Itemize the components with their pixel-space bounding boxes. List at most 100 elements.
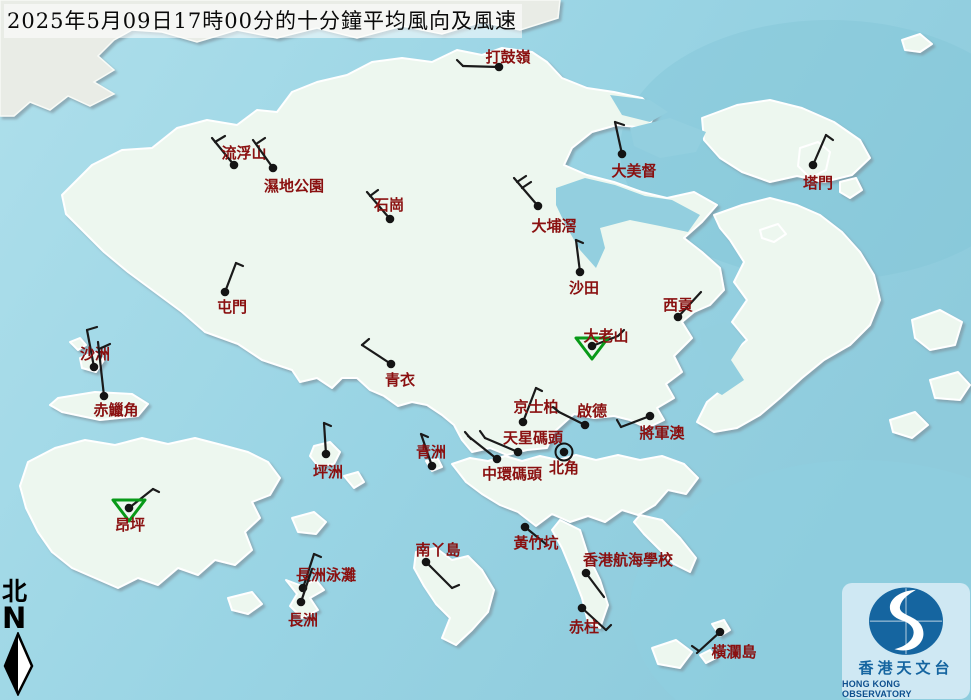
station-north-point: 北角 [549,444,579,478]
station-dot [578,604,587,613]
station-dot [493,455,502,464]
station-label: 濕地公園 [264,177,324,195]
station-dot [521,523,530,532]
stations-layer: 打鼓嶺流浮山濕地公園石崗大埔滘 大美督塔門屯門 沙田西貢大老山沙洲赤鱲角 青衣青洲 京士… [0,0,971,700]
wind-barb-tick [87,327,97,330]
wind-barb-staff [586,573,604,597]
wind-barb-tick [617,420,621,427]
station-label: 屯門 [217,298,247,316]
station-label: 將軍澳 [639,424,685,442]
station-dot [322,450,331,459]
station-dot [269,164,278,173]
wind-barb-tick [314,554,321,557]
wind-barb-tick [215,136,225,142]
station-ngong-ping: 昂坪 [113,489,159,534]
station-label: 大美督 [611,162,656,180]
station-dot [387,360,396,369]
wind-barb-tick [522,182,531,188]
station-waglan-island: 橫瀾島 [692,628,757,661]
station-label: 啟德 [577,402,607,420]
station-label: 北角 [549,459,579,477]
station-tsing-yi: 青衣 [362,339,415,389]
hko-logo-name-zh: 香港天文台 [858,657,953,678]
wind-barb-tick [606,625,611,630]
station-label: 打鼓嶺 [485,48,530,66]
station-dot [581,421,590,430]
station-label: 坪洲 [313,463,343,481]
map-title: 2025年5月09日17時00分的十分鐘平均風向及風速 [4,4,522,38]
station-tai-mei-tuk: 大美督 [611,122,656,180]
station-label: 長洲 [288,611,318,629]
station-green-island: 青洲 [416,434,446,470]
wind-barb-tick [517,176,526,182]
station-dot [576,268,585,277]
wind-map: 打鼓嶺流浮山濕地公園石崗大埔滘 大美督塔門屯門 沙田西貢大老山沙洲赤鱲角 青衣青洲 京士… [0,0,971,700]
station-kai-tak: 啟德 [553,402,607,429]
station-label: 青洲 [416,443,446,461]
station-dot [428,462,437,471]
station-label: 沙洲 [80,345,110,363]
station-label: 橫瀾島 [711,643,756,661]
wind-barb-staff [813,135,826,165]
station-kings-park: 京士柏 [513,388,558,426]
station-ta-kwu-ling: 打鼓嶺 [457,48,531,71]
station-dot [100,392,109,401]
station-dot [297,598,306,607]
station-label: 石崗 [373,196,404,214]
station-stanley: 赤柱 [569,604,611,636]
station-tseung-kwan-o: 將軍澳 [617,412,685,442]
station-label: 天星碼頭 [503,429,564,447]
wind-barb-tick [826,135,833,140]
station-dot [90,363,99,372]
hko-logo-icon [858,585,954,659]
station-wong-chuk-hang: 黃竹坑 [513,523,558,552]
station-dot [716,628,725,637]
station-sai-kung: 西貢 [663,292,701,321]
station-star-ferry-pier: 天星碼頭 [480,429,564,456]
station-label: 赤柱 [569,618,599,636]
station-tates-cairn: 大老山 [576,327,629,359]
station-shek-kong: 石崗 [367,190,404,223]
station-peng-chau: 坪洲 [313,423,343,481]
station-chek-lap-kok: 赤鱲角 [93,342,138,419]
station-dot [125,504,134,513]
compass: 北 N [2,579,42,700]
station-lau-fau-shan: 流浮山 [212,136,267,169]
wind-barb-tick [362,339,369,345]
wind-barb-staff [362,345,391,364]
wind-barb-tick [153,489,159,492]
wind-barb-tick [480,431,485,438]
station-dot [646,412,655,421]
hko-logo: 香港天文台 HONG KONG OBSERVATORY [842,583,970,699]
station-label: 南丫島 [415,541,460,559]
wind-barb-tick [236,263,243,266]
station-label: 塔門 [803,174,833,192]
station-label: 香港航海學校 [583,551,674,569]
wind-barb-staff [225,263,236,292]
station-label: 黃竹坑 [513,534,558,552]
station-label: 大老山 [583,327,628,345]
station-label: 昂坪 [115,516,145,534]
wind-barb-staff [576,240,580,272]
wind-barb-tick [465,432,471,439]
station-hk-sea-school: 香港航海學校 [582,551,674,597]
station-label: 沙田 [569,279,599,297]
wind-barb-tick [692,646,699,651]
station-label: 大埔滘 [531,217,576,235]
wind-barb-staff [468,436,497,459]
north-label-n: N [2,605,42,632]
station-label: 京士柏 [513,398,558,416]
station-tuen-mun: 屯門 [217,263,247,316]
wind-barb-staff [463,66,499,67]
wind-barb-tick [536,388,542,391]
station-dot [618,150,627,159]
station-dot [221,288,230,297]
station-dot [534,202,543,211]
wind-barb-staff [324,423,326,454]
north-arrow-icon [2,632,38,696]
station-label: 西貢 [663,296,693,314]
station-label: 流浮山 [221,144,266,162]
station-dot [514,448,523,457]
station-dot [386,215,395,224]
station-label: 中環碼頭 [482,465,543,483]
